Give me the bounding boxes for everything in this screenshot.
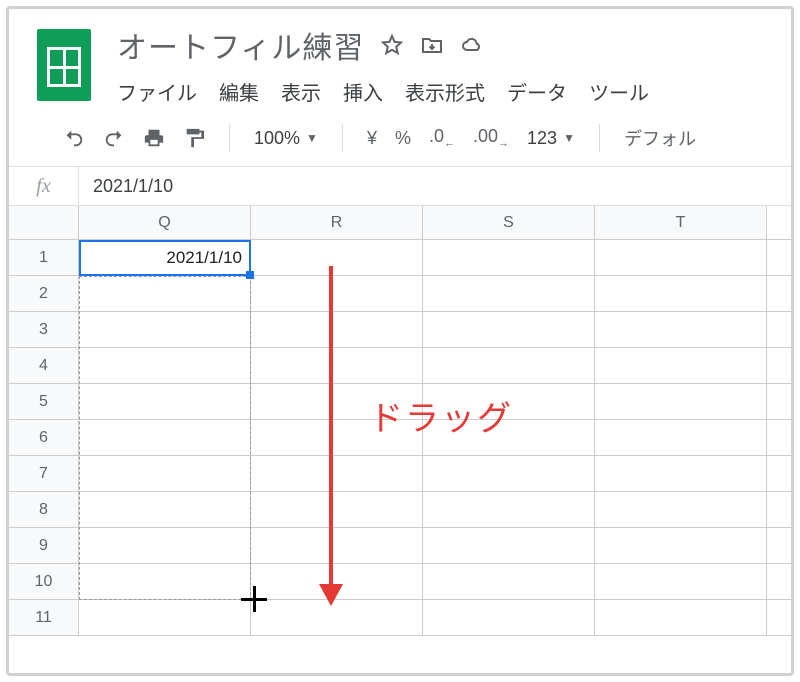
font-dropdown[interactable]: デフォル xyxy=(624,125,696,151)
row-header[interactable]: 8 xyxy=(9,492,79,527)
menu-format[interactable]: 表示形式 xyxy=(405,77,485,106)
cell[interactable] xyxy=(423,528,595,563)
menu-tools[interactable]: ツール xyxy=(589,77,649,106)
format-currency-button[interactable]: ¥ xyxy=(367,128,377,149)
cell[interactable] xyxy=(423,492,595,527)
cell[interactable] xyxy=(423,348,595,383)
cell[interactable] xyxy=(595,600,767,635)
cell[interactable] xyxy=(423,456,595,491)
menu-bar: ファイル 編集 表示 挿入 表示形式 データ ツール xyxy=(117,77,649,106)
cell[interactable] xyxy=(595,240,767,275)
column-header[interactable]: Q xyxy=(79,206,251,239)
cell[interactable] xyxy=(423,240,595,275)
row-header[interactable]: 9 xyxy=(9,528,79,563)
cell[interactable] xyxy=(79,348,251,383)
cell[interactable] xyxy=(79,528,251,563)
row-header[interactable]: 1 xyxy=(9,240,79,275)
cell[interactable] xyxy=(423,600,595,635)
column-header[interactable]: T xyxy=(595,206,767,239)
cell[interactable] xyxy=(251,348,423,383)
sheets-logo xyxy=(37,29,91,101)
increase-decimal-button[interactable]: .00→ xyxy=(473,126,509,150)
row-header[interactable]: 7 xyxy=(9,456,79,491)
row-header[interactable]: 10 xyxy=(9,564,79,599)
toolbar-separator xyxy=(229,124,230,152)
cell[interactable] xyxy=(79,420,251,455)
menu-file[interactable]: ファイル xyxy=(117,77,197,106)
column-headers: Q R S T xyxy=(9,206,791,240)
toolbar: 100% ▼ ¥ % .0← .00→ 123 ▼ デフォル xyxy=(9,110,791,166)
row-header[interactable]: 5 xyxy=(9,384,79,419)
cell[interactable] xyxy=(595,528,767,563)
toolbar-separator xyxy=(342,124,343,152)
cell[interactable] xyxy=(251,240,423,275)
zoom-value: 100% xyxy=(254,128,300,149)
formula-input[interactable] xyxy=(79,176,791,197)
move-to-folder-icon[interactable] xyxy=(420,33,444,57)
cell[interactable] xyxy=(251,456,423,491)
row-header[interactable]: 11 xyxy=(9,600,79,635)
cell[interactable] xyxy=(79,276,251,311)
cell[interactable] xyxy=(423,564,595,599)
cell[interactable] xyxy=(251,492,423,527)
cell[interactable] xyxy=(79,456,251,491)
annotation-label: ドラッグ xyxy=(369,391,513,440)
cell[interactable] xyxy=(79,600,251,635)
column-header[interactable]: S xyxy=(423,206,595,239)
cell[interactable] xyxy=(595,456,767,491)
row-header[interactable]: 2 xyxy=(9,276,79,311)
cell[interactable] xyxy=(595,348,767,383)
cell[interactable] xyxy=(423,312,595,347)
menu-insert[interactable]: 挿入 xyxy=(343,77,383,106)
menu-data[interactable]: データ xyxy=(507,77,567,106)
cell[interactable] xyxy=(595,276,767,311)
zoom-dropdown[interactable]: 100% ▼ xyxy=(254,128,318,149)
cell[interactable] xyxy=(251,528,423,563)
formula-bar: fx xyxy=(9,166,791,206)
cell[interactable] xyxy=(251,276,423,311)
toolbar-separator xyxy=(599,124,600,152)
fill-cursor-icon xyxy=(241,586,267,612)
paint-format-button[interactable] xyxy=(183,127,205,149)
cloud-status-icon[interactable] xyxy=(460,33,484,57)
fx-label: fx xyxy=(9,166,79,206)
cell[interactable] xyxy=(79,312,251,347)
chevron-down-icon: ▼ xyxy=(306,131,318,145)
format-percent-button[interactable]: % xyxy=(395,128,411,149)
decrease-decimal-button[interactable]: .0← xyxy=(429,126,455,150)
cell[interactable] xyxy=(79,564,251,599)
cell[interactable] xyxy=(79,492,251,527)
title-bar: オートフィル練習 ファイル 編集 表示 挿入 表示形式 データ ツール xyxy=(9,9,791,110)
menu-view[interactable]: 表示 xyxy=(281,77,321,106)
cell[interactable] xyxy=(595,384,767,419)
document-title[interactable]: オートフィル練習 xyxy=(117,23,364,67)
column-header[interactable]: R xyxy=(251,206,423,239)
select-all-corner[interactable] xyxy=(9,206,79,239)
cell[interactable] xyxy=(79,384,251,419)
row-header[interactable]: 3 xyxy=(9,312,79,347)
chevron-down-icon: ▼ xyxy=(563,131,575,145)
redo-button[interactable] xyxy=(103,127,125,149)
number-format-dropdown[interactable]: 123 ▼ xyxy=(527,128,575,149)
cell[interactable] xyxy=(595,420,767,455)
row-header[interactable]: 6 xyxy=(9,420,79,455)
row-header[interactable]: 4 xyxy=(9,348,79,383)
cell[interactable] xyxy=(251,312,423,347)
cell[interactable] xyxy=(595,492,767,527)
cell[interactable] xyxy=(423,276,595,311)
cell[interactable] xyxy=(595,564,767,599)
spreadsheet-grid[interactable]: Q R S T 1 2021/1/10 2 3 4 5 6 7 8 9 10 1… xyxy=(9,206,791,636)
undo-button[interactable] xyxy=(63,127,85,149)
menu-edit[interactable]: 編集 xyxy=(219,77,259,106)
cell-Q1[interactable]: 2021/1/10 xyxy=(79,240,251,275)
star-icon[interactable] xyxy=(380,33,404,57)
cell[interactable] xyxy=(595,312,767,347)
print-button[interactable] xyxy=(143,127,165,149)
